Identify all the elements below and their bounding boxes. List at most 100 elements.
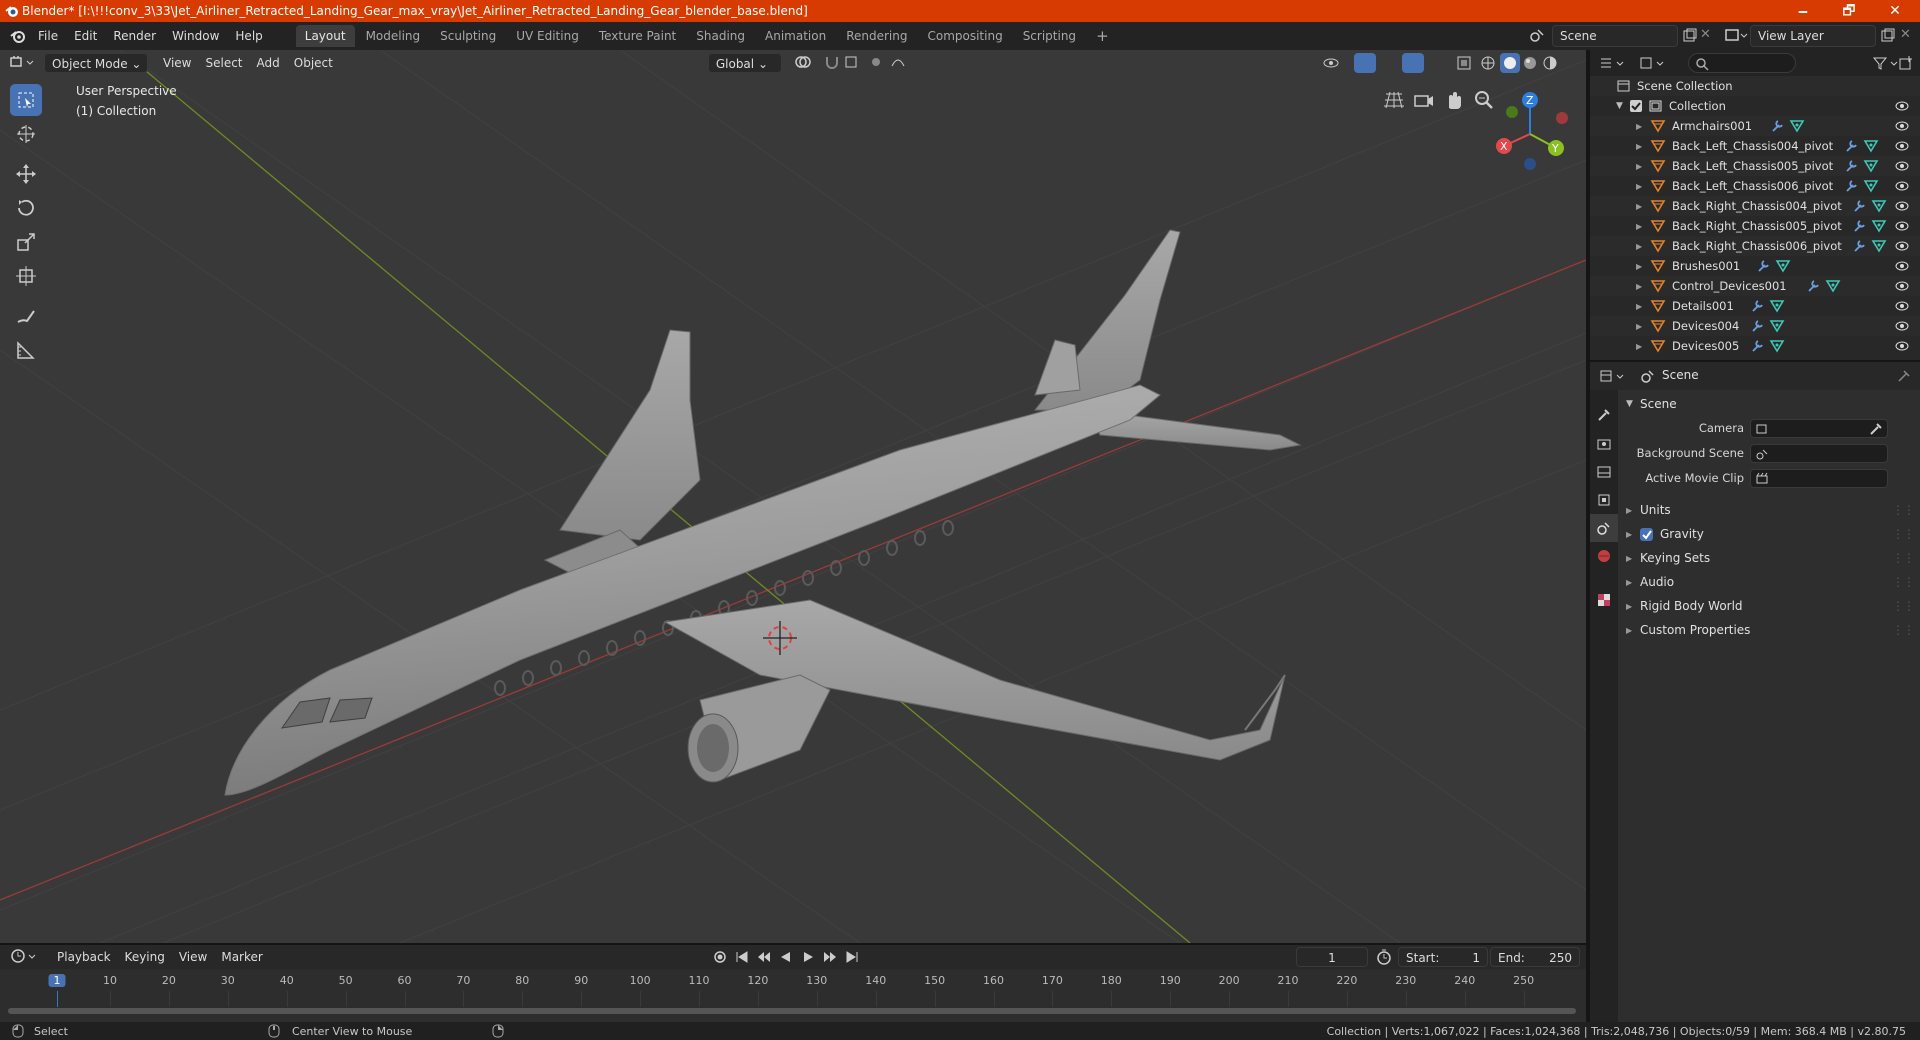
pin-icon[interactable] [1896,368,1912,387]
timeline-menu-playback[interactable]: Playback [50,947,118,967]
outliner-object-row[interactable]: ▶ Back_Right_Chassis005_pivot [1590,216,1920,236]
timeline-scrollbar[interactable] [8,1008,1576,1014]
viewport-menu-object[interactable]: Object [287,53,340,73]
menu-file[interactable]: File [30,22,66,50]
mesh-data-icon[interactable] [1825,279,1841,293]
visibility-filter-icon[interactable] [1322,54,1352,75]
mesh-data-icon[interactable] [1863,159,1879,173]
end-frame-field[interactable]: End: 250 [1490,947,1580,967]
modifier-wrench-icon[interactable] [1756,259,1772,273]
texture-tab-icon[interactable] [1590,586,1618,614]
drag-handle-icon[interactable]: ⋮⋮ [1892,527,1915,541]
drag-handle-icon[interactable]: ⋮⋮ [1892,599,1915,613]
expand-arrow-icon[interactable]: ▶ [1636,242,1650,251]
new-view-layer-icon[interactable] [1880,28,1896,47]
visibility-eye-icon[interactable] [1894,159,1910,173]
visibility-eye-icon[interactable] [1894,219,1910,233]
play-icon[interactable] [800,949,816,965]
annotate-tool-icon[interactable] [10,300,42,332]
tab-sculpting[interactable]: Sculpting [431,25,505,47]
snap-icon[interactable] [824,54,870,73]
wireframe-shading-icon[interactable] [1480,55,1496,74]
play-reverse-icon[interactable] [778,949,794,965]
camera-field[interactable] [1750,419,1888,438]
outliner-editor-type-icon[interactable] [1598,55,1628,74]
view-layer-tab-icon[interactable] [1590,486,1618,514]
scene-browse-icon[interactable] [1526,25,1548,47]
gravity-checkbox[interactable] [1640,527,1653,541]
timeline-editor-type-icon[interactable] [10,948,42,967]
select-box-tool-icon[interactable] [10,84,42,116]
modifier-wrench-icon[interactable] [1770,119,1786,133]
modifier-wrench-icon[interactable] [1750,319,1766,333]
visibility-eye-icon[interactable] [1894,119,1910,133]
modifier-wrench-icon[interactable] [1806,279,1822,293]
expand-arrow-icon[interactable]: ▶ [1636,122,1650,131]
visibility-eye-icon[interactable] [1894,339,1910,353]
current-frame-field[interactable]: 1 [1296,947,1368,967]
mesh-data-icon[interactable] [1769,299,1785,313]
mesh-data-icon[interactable] [1871,219,1887,233]
3d-viewport[interactable]: Object Mode ⌄ View Select Add Object Glo… [0,50,1586,943]
outliner-object-row[interactable]: ▶ Brushes001 [1590,256,1920,276]
tab-compositing[interactable]: Compositing [918,25,1011,47]
new-scene-icon[interactable] [1682,28,1698,47]
prev-keyframe-icon[interactable] [756,949,772,965]
drag-handle-icon[interactable]: ⋮⋮ [1892,623,1915,637]
modifier-wrench-icon[interactable] [1844,159,1860,173]
mesh-data-icon[interactable] [1863,139,1879,153]
expand-arrow-icon[interactable]: ▶ [1636,342,1650,351]
scene-panel-header[interactable]: ▼ Scene [1618,392,1920,416]
scene-tab-icon[interactable] [1590,514,1618,542]
expand-arrow-icon[interactable]: ▶ [1636,142,1650,151]
outliner-object-row[interactable]: ▶ Control_Devices001 [1590,276,1920,296]
display-mode-icon[interactable] [1638,55,1668,74]
menu-render[interactable]: Render [105,22,164,50]
outliner-object-row[interactable]: ▶ Back_Right_Chassis006_pivot [1590,236,1920,256]
tab-uv-editing[interactable]: UV Editing [507,25,588,47]
gizmo-toggle-icon[interactable] [1354,53,1376,73]
rotate-tool-icon[interactable] [10,192,42,224]
proportional-edit-icon[interactable] [870,54,914,73]
maximize-button[interactable]: 🗗 [1826,0,1872,22]
collection-checkbox[interactable] [1630,100,1642,112]
visibility-eye-icon[interactable] [1894,319,1910,333]
mesh-data-icon[interactable] [1789,119,1805,133]
outliner-search-input[interactable] [1688,53,1796,73]
visibility-eye-icon[interactable] [1894,179,1910,193]
rendered-shading-icon[interactable] [1542,55,1558,74]
new-collection-icon[interactable] [1898,55,1914,74]
viewport-menu-select[interactable]: Select [198,53,249,73]
outliner-object-row[interactable]: ▶ Back_Left_Chassis005_pivot [1590,156,1920,176]
mesh-data-icon[interactable] [1871,239,1887,253]
menu-edit[interactable]: Edit [66,22,105,50]
tab-texture-paint[interactable]: Texture Paint [590,25,685,47]
property-group-gravity[interactable]: ▶ Gravity ⋮⋮ [1618,522,1920,546]
output-tab-icon[interactable] [1590,458,1618,486]
scale-tool-icon[interactable] [10,226,42,258]
delete-view-layer-icon[interactable]: ✕ [1900,27,1911,42]
toggle-perspective-icon[interactable] [1382,88,1406,115]
expand-arrow-icon[interactable]: ▶ [1636,202,1650,211]
tab-shading[interactable]: Shading [687,25,754,47]
close-button[interactable]: ✕ [1872,0,1918,22]
camera-view-icon[interactable] [1412,88,1436,115]
property-group-custom-properties[interactable]: ▶ Custom Properties ⋮⋮ [1618,618,1920,642]
background-scene-field[interactable] [1750,444,1888,463]
next-keyframe-icon[interactable] [822,949,838,965]
jump-start-icon[interactable] [734,949,750,965]
drag-handle-icon[interactable]: ⋮⋮ [1892,551,1915,565]
object-mode-dropdown[interactable]: Object Mode ⌄ [44,53,148,73]
modifier-wrench-icon[interactable] [1844,139,1860,153]
modifier-wrench-icon[interactable] [1852,219,1868,233]
tool-tab-icon[interactable] [1590,400,1618,430]
eyedropper-icon[interactable] [1869,422,1883,436]
world-tab-icon[interactable] [1590,542,1618,570]
property-group-units[interactable]: ▶ Units ⋮⋮ [1618,498,1920,522]
measure-tool-icon[interactable] [10,334,42,366]
modifier-wrench-icon[interactable] [1844,179,1860,193]
visibility-eye-icon[interactable] [1894,259,1910,273]
record-icon[interactable] [712,949,728,965]
expand-arrow-icon[interactable]: ▼ [1616,101,1630,111]
outliner-object-row[interactable]: ▶ Devices005 [1590,336,1920,356]
